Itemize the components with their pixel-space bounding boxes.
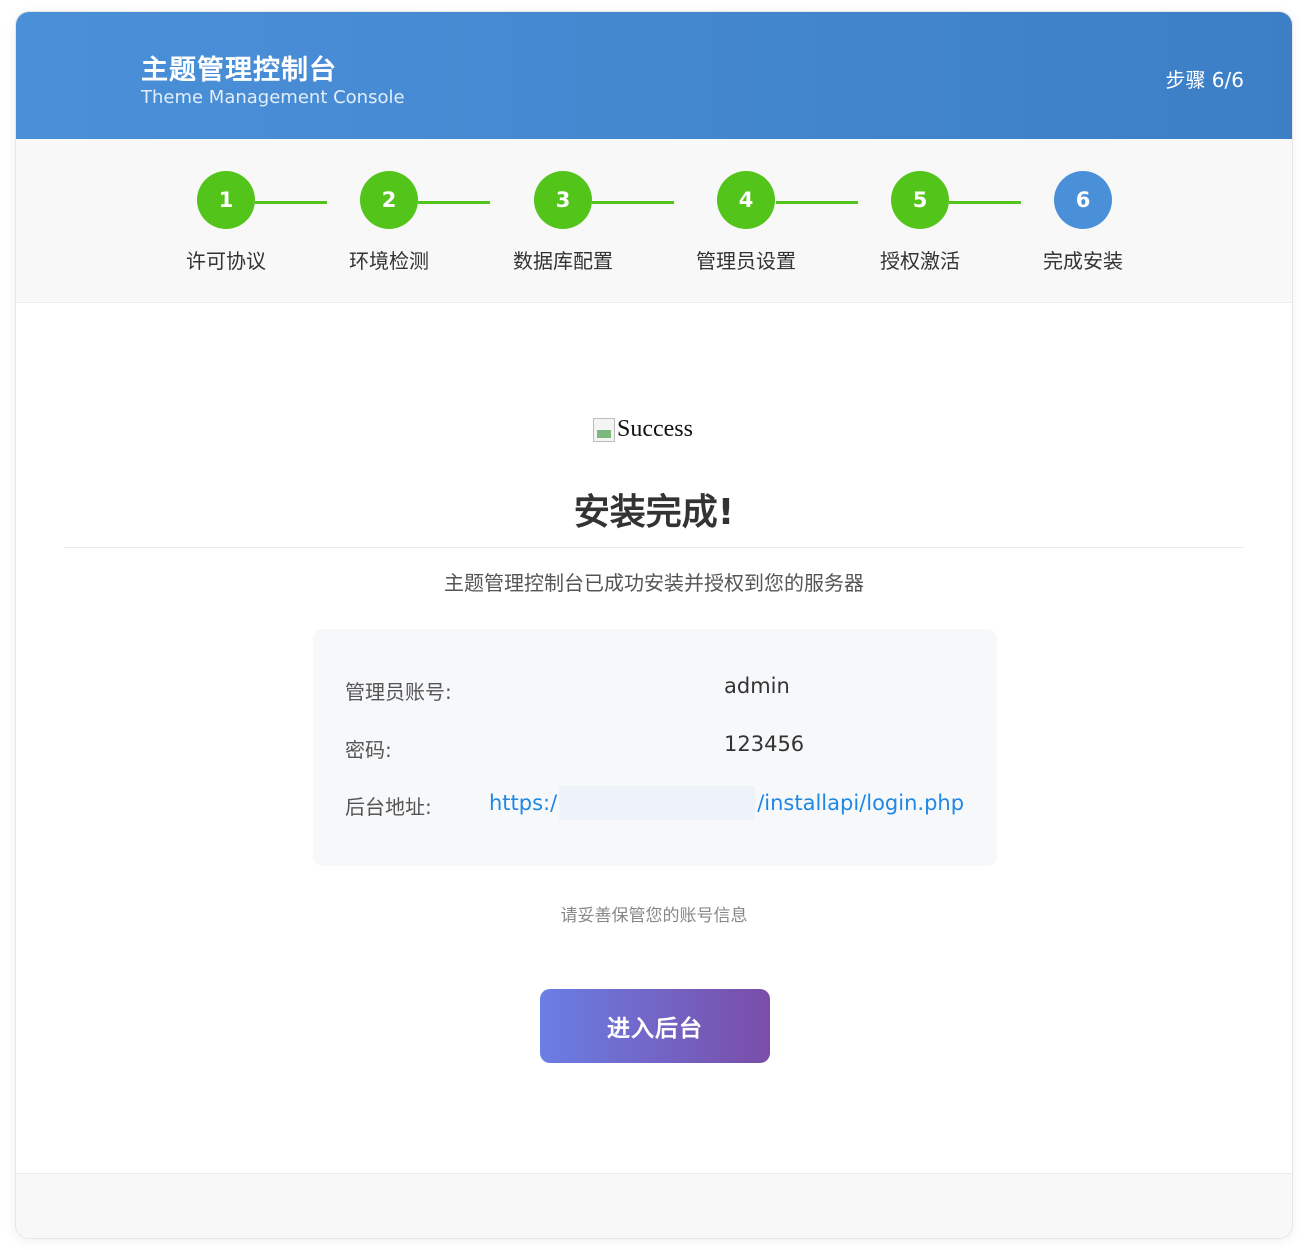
password-value: 123456 <box>724 732 805 756</box>
save-info-notice: 请妥善保管您的账号信息 <box>560 906 748 926</box>
step-number: 6 <box>1054 171 1112 229</box>
admin-url-link[interactable]: https:/ /installapi/login.php <box>489 786 964 820</box>
step-label: 许可协议 <box>186 249 266 273</box>
password-label: 密码: <box>345 738 392 762</box>
app-subtitle: Theme Management Console <box>141 87 405 108</box>
step-number: 3 <box>534 171 592 229</box>
success-image: Success <box>593 416 693 443</box>
step-4: 4 管理员设置 <box>676 171 816 274</box>
content: Success 安装完成! 主题管理控制台已成功安装并授权到您的服务器 管理员账… <box>16 303 1292 1173</box>
step-label: 授权激活 <box>880 249 960 273</box>
admin-url-label: 后台地址: <box>345 795 432 819</box>
steps-progress: 1 许可协议 2 环境检测 3 数据库配置 4 管理员设置 5 授权激活 6 完… <box>16 139 1292 303</box>
redacted-domain <box>559 786 756 820</box>
success-image-alt: Success <box>617 416 693 442</box>
step-2: 2 环境检测 <box>319 171 459 274</box>
step-3: 3 数据库配置 <box>493 171 633 274</box>
success-description: 主题管理控制台已成功安装并授权到您的服务器 <box>444 571 864 595</box>
step-1: 1 许可协议 <box>156 171 296 274</box>
url-suffix: /installapi/login.php <box>757 791 965 815</box>
broken-image-icon <box>593 417 615 442</box>
step-5: 5 授权激活 <box>850 171 990 274</box>
step-6: 6 完成安装 <box>1013 171 1153 274</box>
step-indicator: 步骤 6/6 <box>1165 68 1244 92</box>
step-label: 环境检测 <box>349 249 429 273</box>
step-label: 完成安装 <box>1043 249 1123 273</box>
app-title: 主题管理控制台 <box>141 55 337 86</box>
admin-account-label: 管理员账号: <box>345 680 452 704</box>
account-info-box: 管理员账号: admin 密码: 123456 后台地址: https:/ /i… <box>313 629 997 866</box>
page-title: 安装完成! <box>573 492 735 533</box>
step-label: 管理员设置 <box>696 249 796 273</box>
step-number: 1 <box>197 171 255 229</box>
step-number: 2 <box>360 171 418 229</box>
footer <box>16 1173 1292 1238</box>
enter-admin-button[interactable]: 进入后台 <box>540 989 770 1063</box>
step-label: 数据库配置 <box>513 249 613 273</box>
install-card: 主题管理控制台 Theme Management Console 步骤 6/6 … <box>15 11 1293 1239</box>
admin-account-value: admin <box>724 674 790 698</box>
url-prefix: https:/ <box>489 791 558 815</box>
header: 主题管理控制台 Theme Management Console 步骤 6/6 <box>16 12 1292 139</box>
divider <box>64 547 1244 548</box>
step-number: 5 <box>891 171 949 229</box>
step-number: 4 <box>717 171 775 229</box>
